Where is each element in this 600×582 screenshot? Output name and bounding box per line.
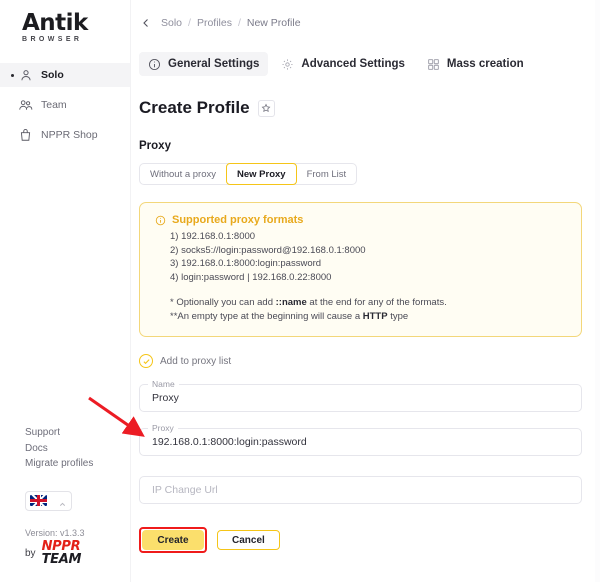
app-logo[interactable]: Antik BROWSER — [0, 0, 130, 44]
info-circle-icon — [148, 58, 161, 71]
proxy-section-label: Proxy — [139, 140, 171, 152]
create-button-highlight: Create — [139, 527, 207, 553]
version-label: Version: v1.3.3 — [25, 527, 85, 538]
page-header: Create Profile — [131, 98, 600, 118]
ip-change-url-placeholder: IP Change Url — [152, 484, 218, 496]
sidebar-item-nppr-shop[interactable]: NPPR Shop — [0, 123, 130, 147]
tab-label: General Settings — [168, 58, 260, 70]
info-box-notes: * Optionally you can add ::name at the e… — [154, 296, 567, 323]
sidebar-item-solo[interactable]: Solo — [0, 63, 130, 87]
migrate-profiles-link[interactable]: Migrate profiles — [25, 456, 131, 472]
tab-advanced-settings[interactable]: Advanced Settings — [272, 52, 414, 76]
name-input-value: Proxy — [152, 392, 179, 404]
tab-general-settings[interactable]: General Settings — [139, 52, 269, 76]
app-window: Antik BROWSER Solo Team NPPR Shop Suppor… — [0, 0, 600, 582]
nppr-team-logo: NPPR TEAM — [42, 540, 82, 566]
star-icon[interactable] — [257, 99, 275, 117]
tab-label: Advanced Settings — [301, 58, 405, 70]
chevron-up-icon — [58, 496, 67, 506]
proxy-mode-new-proxy[interactable]: New Proxy — [226, 163, 297, 185]
sidebar-item-team[interactable]: Team — [0, 93, 130, 117]
shopping-bag-icon — [18, 128, 33, 143]
name-field[interactable]: Name Proxy — [139, 379, 582, 412]
breadcrumb-item-profiles[interactable]: Profiles — [197, 17, 232, 29]
active-bullet-indicator — [11, 73, 14, 77]
sidebar-item-label: Team — [41, 99, 67, 111]
check-circle-icon — [139, 354, 153, 368]
settings-tabs: General Settings Advanced Settings Mass … — [131, 52, 600, 76]
proxy-format-line: 1) 192.168.0.1:8000 — [170, 231, 256, 242]
breadcrumb-item-solo[interactable]: Solo — [161, 17, 182, 29]
tab-label: Mass creation — [446, 58, 524, 70]
sidebar-item-label: Solo — [41, 69, 64, 81]
field-legend: Name — [148, 379, 179, 389]
uk-flag-icon — [30, 495, 47, 506]
sidebar-footer-links: Support Docs Migrate profiles Version: v… — [25, 425, 131, 538]
proxy-note-line: **An empty type at the beginning will ca… — [170, 310, 567, 324]
gear-icon — [281, 58, 294, 71]
proxy-note-line: * Optionally you can add ::name at the e… — [170, 296, 567, 310]
breadcrumb-item-new-profile: New Profile — [246, 17, 301, 29]
scrollbar-track[interactable] — [595, 0, 600, 582]
info-box-title: Supported proxy formats — [172, 214, 304, 226]
info-box-header: Supported proxy formats — [154, 214, 567, 226]
note-prefix: * Optionally you can add — [170, 297, 276, 308]
supported-proxy-formats-box: Supported proxy formats 1) 192.168.0.1:8… — [139, 202, 582, 337]
create-button[interactable]: Create — [142, 530, 204, 550]
note-suffix: type — [387, 310, 409, 322]
note-bold: HTTP — [362, 310, 388, 322]
sidebar-item-label: NPPR Shop — [41, 129, 98, 141]
support-link[interactable]: Support — [25, 425, 131, 441]
proxy-format-line: 3) 192.168.0.1:8000:login:password — [170, 258, 322, 269]
page-title: Create Profile — [139, 98, 250, 117]
add-to-proxy-list-checkbox[interactable]: Add to proxy list — [139, 354, 600, 368]
docs-link[interactable]: Docs — [25, 441, 131, 457]
proxy-format-line: 4) login:password | 192.168.0.22:8000 — [170, 271, 332, 283]
sidebar-nav: Solo Team NPPR Shop — [0, 63, 130, 147]
footer-by-label: by — [25, 547, 36, 559]
chevron-left-icon[interactable] — [139, 16, 153, 30]
checkbox-label: Add to proxy list — [160, 355, 232, 367]
sidebar: Antik BROWSER Solo Team NPPR Shop Suppor… — [0, 0, 131, 582]
tab-mass-creation[interactable]: Mass creation — [418, 52, 533, 76]
breadcrumb: Solo / Profiles / New Profile — [131, 0, 600, 30]
proxy-format-line: 2) socks5://login:password@192.168.0.1:8… — [170, 244, 366, 256]
breadcrumb-separator: / — [188, 17, 191, 29]
grid-icon — [427, 58, 440, 71]
logo-antik-text: Antik — [22, 10, 88, 36]
ip-change-url-field[interactable]: IP Change Url — [139, 476, 582, 504]
note-suffix: at the end for any of the formats. — [306, 297, 447, 308]
cancel-button[interactable]: Cancel — [217, 530, 280, 550]
proxy-mode-from-list[interactable]: From List — [297, 164, 357, 184]
breadcrumb-separator: / — [237, 17, 241, 29]
main-content: Solo / Profiles / New Profile General Se… — [131, 0, 600, 582]
proxy-field[interactable]: Proxy 192.168.0.1:8000:login:password — [139, 423, 582, 456]
info-circle-icon — [154, 214, 166, 226]
form-actions: Create Cancel — [139, 527, 600, 553]
proxy-input-value: 192.168.0.1:8000:login:password — [152, 436, 307, 448]
logo-browser-text: BROWSER — [22, 36, 83, 43]
note-prefix: **An empty type at the beginning will ca… — [170, 310, 363, 322]
proxy-mode-segmented-control: Without a proxy New Proxy From List — [139, 163, 358, 185]
footer-credit: by NPPR TEAM — [25, 540, 81, 566]
user-icon — [18, 68, 33, 83]
users-icon — [18, 98, 33, 113]
note-bold: ::name — [275, 297, 307, 308]
field-legend: Proxy — [148, 423, 178, 433]
language-selector[interactable] — [25, 490, 72, 511]
proxy-mode-without-a-proxy[interactable]: Without a proxy — [140, 164, 226, 184]
nppr-logo-line2: TEAM — [41, 552, 82, 567]
